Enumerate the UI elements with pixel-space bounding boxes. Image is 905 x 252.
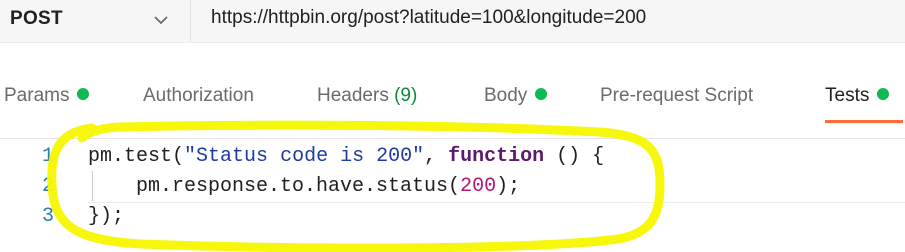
status-dot-icon	[877, 88, 890, 100]
code-line[interactable]: pm.test("Status code is 200", function (…	[88, 142, 604, 172]
chevron-down-icon[interactable]	[150, 9, 172, 31]
line-number: 1	[41, 145, 54, 168]
url-input[interactable]: https://httpbin.org/post?latitude=100&lo…	[211, 7, 646, 29]
code-line[interactable]: pm.response.to.have.status(200);	[88, 172, 520, 202]
code-token: pm.response.to.have.status(	[88, 175, 461, 198]
tab-label: Headers	[317, 85, 389, 106]
code-token: pm.	[88, 145, 125, 168]
tab-params[interactable]: Params	[4, 82, 90, 110]
request-url-bar: POST https://httpbin.org/post?latitude=1…	[0, 0, 905, 43]
line-number: 2	[41, 175, 54, 198]
tab-headers[interactable]: Headers (9)	[317, 82, 417, 110]
code-token: 200	[460, 175, 497, 198]
method-select[interactable]: POST	[0, 0, 191, 42]
tab-label: Authorization	[143, 85, 254, 106]
line-divider	[88, 202, 905, 203]
code-token: (	[172, 145, 185, 168]
tab-label: Params	[4, 85, 70, 106]
method-label: POST	[10, 8, 63, 29]
line-number: 3	[41, 205, 54, 228]
code-token: function	[448, 145, 545, 168]
status-dot-icon	[77, 88, 90, 100]
code-token: "Status code is 200"	[184, 145, 425, 168]
code-token: () {	[544, 145, 605, 168]
tab-body[interactable]: Body	[484, 82, 548, 110]
code-token: });	[88, 205, 125, 228]
code-token: ,	[424, 145, 449, 168]
code-token: );	[496, 175, 521, 198]
tab-label: Tests	[825, 85, 870, 106]
tab-tests[interactable]: Tests	[825, 82, 890, 110]
tab-label: Pre-request Script	[600, 85, 754, 106]
status-dot-icon	[535, 88, 548, 100]
tab-label: Body	[484, 85, 528, 106]
test-script-editor[interactable]: 1 2 3 pm.test("Status code is 200", func…	[0, 140, 905, 252]
code-token: test	[124, 145, 173, 168]
tab-pre-request-script[interactable]: Pre-request Script	[600, 82, 753, 110]
request-tabs: Params Authorization Headers (9) Body Pr…	[0, 70, 905, 139]
active-tab-indicator	[825, 120, 903, 123]
headers-count-badge: (9)	[394, 85, 418, 106]
tab-authorization[interactable]: Authorization	[143, 82, 254, 110]
code-line[interactable]: });	[88, 202, 124, 232]
